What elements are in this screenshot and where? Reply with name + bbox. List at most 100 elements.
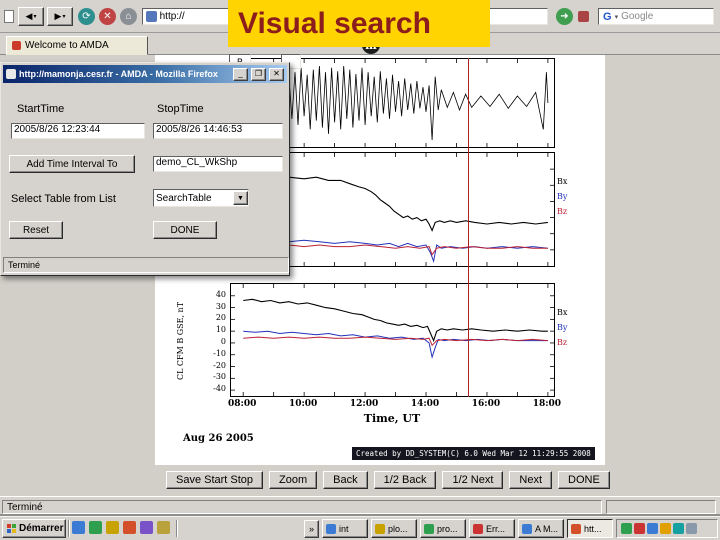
start-time-input[interactable] (14, 124, 142, 135)
x-tick-label: 16:00 (471, 399, 501, 409)
select-arrow-icon[interactable]: ▼ (233, 191, 248, 205)
chevron-icon: » (308, 524, 314, 534)
stop-time-label: StopTime (157, 103, 204, 115)
legend-label: Bz (557, 338, 568, 347)
system-tray (616, 519, 718, 538)
viewer-button-1-2-next[interactable]: 1/2 Next (442, 471, 504, 489)
x-tick-label: 08:00 (228, 399, 257, 409)
taskbar-window-pro[interactable]: pro... (420, 519, 466, 538)
interval-name-input[interactable] (156, 157, 280, 168)
forward-dropdown-icon: ▾ (62, 14, 66, 20)
time-cursor-line (468, 58, 469, 397)
legend-bot: Bx By Bz (557, 305, 567, 350)
explorer-icon[interactable] (157, 521, 170, 534)
mail-icon[interactable] (89, 521, 102, 534)
status-text: Terminé (2, 500, 602, 514)
x-tick-label: 12:00 (349, 399, 379, 409)
go-button[interactable]: ➜ (556, 8, 573, 25)
start-time-field[interactable] (11, 123, 145, 139)
dialog-title-bar[interactable]: http://mamonja.cesr.fr - AMDA - Mozilla … (3, 65, 287, 83)
taskbar-separator (176, 520, 178, 537)
quick-launch-bar (72, 521, 170, 534)
series-bz (243, 336, 548, 347)
window-icon (522, 523, 532, 534)
dialog-maximize-button[interactable]: ❐ (251, 67, 266, 81)
viewer-button-done[interactable]: DONE (558, 471, 610, 489)
stop-time-input[interactable] (156, 124, 280, 135)
back-button[interactable]: ◀ ▾ (18, 7, 44, 26)
start-button[interactable]: Démarrer (2, 519, 66, 538)
window-icon (326, 523, 336, 534)
amda-time-dialog[interactable]: http://mamonja.cesr.fr - AMDA - Mozilla … (0, 62, 290, 276)
dialog-done-button[interactable]: DONE (153, 221, 217, 239)
messenger-icon[interactable] (673, 523, 684, 534)
amda-favicon-icon (12, 41, 21, 50)
ie-icon[interactable] (72, 521, 85, 534)
x-axis-title: Time, UT (363, 412, 421, 425)
forward-button[interactable]: ▶ ▾ (47, 7, 73, 26)
taskbar-window-htt[interactable]: htt... (567, 519, 613, 538)
stop-time-field[interactable] (153, 123, 283, 139)
document-icon (4, 10, 14, 23)
viewer-button-save-start-stop[interactable]: Save Start Stop (166, 471, 264, 489)
taskbar-window-err[interactable]: Err... (469, 519, 515, 538)
dialog-minimize-button[interactable]: _ (233, 67, 248, 81)
media-player-icon[interactable] (140, 521, 153, 534)
reload-button[interactable]: ⟳ (78, 8, 95, 25)
add-time-interval-button[interactable]: Add Time Interval To (9, 155, 135, 173)
firefox-icon[interactable] (123, 521, 136, 534)
dialog-status-text: Terminé (8, 260, 41, 270)
windows-taskbar: Démarrer » int plo... pro... Err... A M... ht… (0, 516, 720, 540)
y-tick-label: 10 (215, 325, 226, 335)
chart-panel-bottom[interactable] (230, 283, 555, 397)
table-select-value: SearchTable (156, 192, 212, 204)
window-icon (424, 523, 434, 534)
taskbar-windows: int plo... pro... Err... A M... htt... (322, 519, 613, 538)
reload-icon: ⟳ (82, 11, 91, 22)
y-tick-label: 30 (215, 301, 226, 311)
dialog-close-button[interactable]: ✕ (269, 67, 284, 81)
viewer-button-1-2-back[interactable]: 1/2 Back (373, 471, 437, 489)
taskbar-separator (68, 520, 70, 537)
home-button[interactable]: ⌂ (120, 8, 137, 25)
google-logo-icon: G (603, 10, 612, 23)
slide-title-banner: Visual search (228, 0, 490, 47)
home-icon: ⌂ (125, 11, 132, 22)
dialog-favicon-icon (6, 69, 16, 79)
x-tick-label: 10:00 (288, 399, 318, 409)
tab-welcome-to-amda[interactable]: Welcome to AMDA (6, 36, 148, 55)
viewer-button-zoom[interactable]: Zoom (269, 471, 318, 489)
clock-icon[interactable] (686, 523, 697, 534)
table-select[interactable]: SearchTable ▼ (153, 189, 249, 207)
window-icon (571, 523, 581, 534)
interval-name-field[interactable] (153, 156, 283, 172)
y-tick-label: 20 (215, 313, 226, 323)
window-label: pro... (437, 523, 458, 534)
y-tick-label: -40 (213, 384, 226, 394)
window-icon (375, 523, 385, 534)
volume-icon[interactable] (647, 523, 658, 534)
tab-label: Welcome to AMDA (25, 40, 109, 51)
y-tick-label: 40 (215, 289, 226, 299)
legend-label: Bz (557, 207, 568, 216)
browser-status-bar: Terminé (0, 496, 720, 516)
network-icon[interactable] (621, 523, 632, 534)
screenshot-root: ◀▾ ▶▾ ⟳ ✕ ⌂ ➜ G ▾ Google Welco (0, 0, 720, 540)
antivirus-icon[interactable] (634, 523, 645, 534)
search-box[interactable]: G ▾ Google (598, 8, 714, 25)
page-favicon-icon (146, 11, 157, 22)
y-tick-label: -10 (213, 348, 226, 358)
taskbar-window-a-m[interactable]: A M... (518, 519, 564, 538)
taskbar-window-int[interactable]: int (322, 519, 368, 538)
update-icon[interactable] (660, 523, 671, 534)
desktop-icon[interactable] (106, 521, 119, 534)
plot-viewer-buttons: Save Start Stop Zoom Back 1/2 Back 1/2 Next N… (166, 471, 610, 489)
taskbar-window-plo[interactable]: plo... (371, 519, 417, 538)
reset-button[interactable]: Reset (9, 221, 63, 239)
viewer-button-next[interactable]: Next (509, 471, 553, 489)
quick-launch-overflow-button[interactable]: » (304, 520, 319, 538)
stop-button[interactable]: ✕ (99, 8, 116, 25)
back-icon: ◀ (25, 11, 33, 21)
viewer-button-back[interactable]: Back (323, 471, 368, 489)
window-icon (473, 523, 483, 534)
